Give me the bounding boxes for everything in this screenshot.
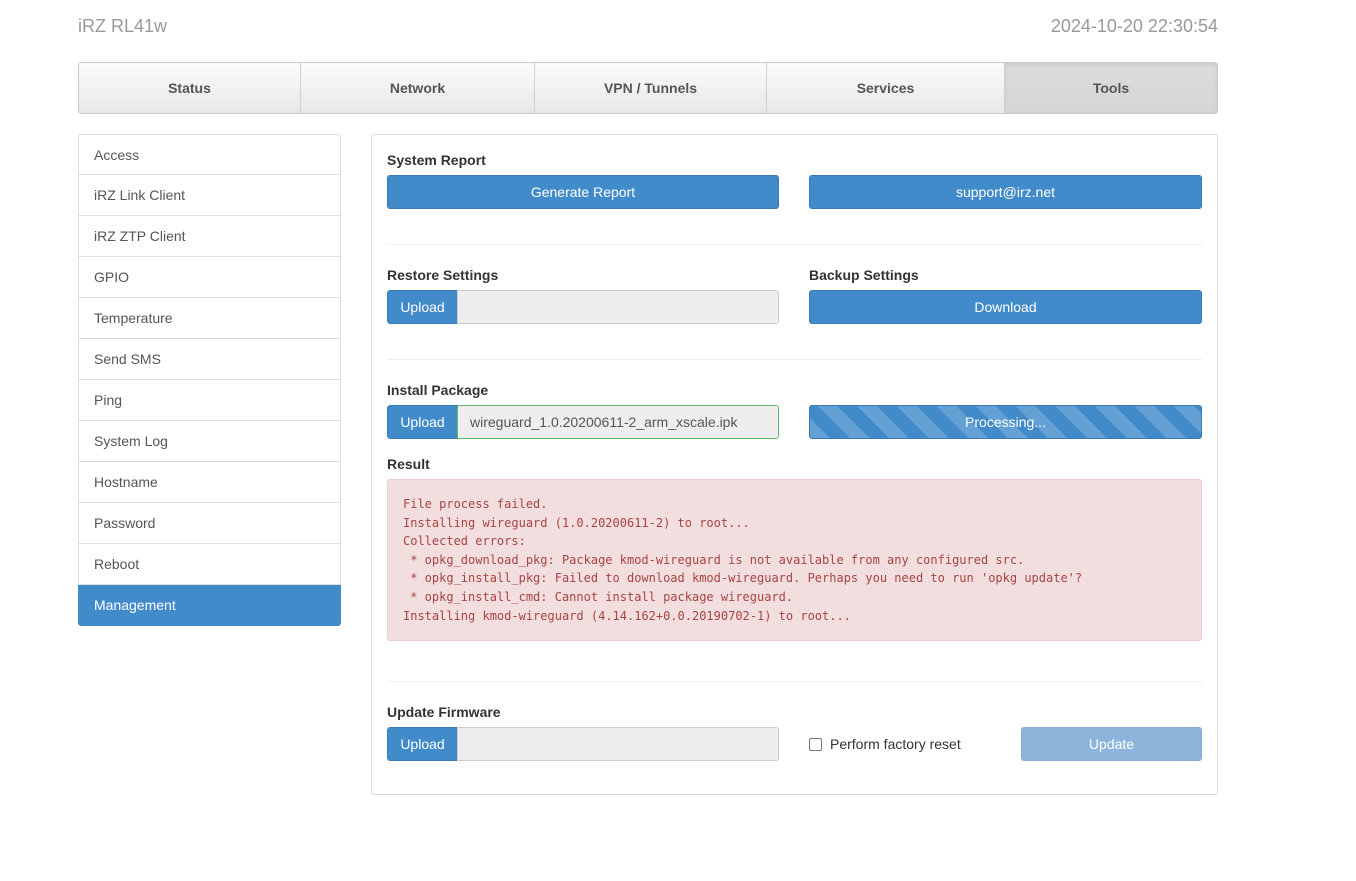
update-firmware-button[interactable]: Update	[1021, 727, 1202, 761]
divider	[387, 359, 1202, 360]
header: iRZ RL41w 2024-10-20 22:30:54	[78, 14, 1218, 40]
sidebar-item-password[interactable]: Password	[78, 503, 341, 544]
firmware-file-field[interactable]	[457, 727, 779, 761]
firmware-upload-button[interactable]: Upload	[387, 727, 457, 761]
sidebar-item-irz-link-client[interactable]: iRZ Link Client	[78, 175, 341, 216]
restore-file-field[interactable]	[457, 290, 779, 324]
device-datetime: 2024-10-20 22:30:54	[1050, 16, 1218, 36]
package-upload-button[interactable]: Upload	[387, 405, 457, 439]
management-panel: System Report Generate Report support@ir…	[371, 134, 1218, 795]
sidebar-item-ping[interactable]: Ping	[78, 380, 341, 421]
firmware-file-input: Upload	[387, 727, 779, 761]
update-firmware-title: Update Firmware	[387, 704, 501, 720]
restore-upload-button[interactable]: Upload	[387, 290, 457, 324]
result-line: File process failed.	[403, 497, 548, 511]
result-title: Result	[387, 456, 430, 472]
tab-tools[interactable]: Tools	[1005, 63, 1217, 113]
backup-download-button[interactable]: Download	[809, 290, 1202, 324]
sidebar-item-gpio[interactable]: GPIO	[78, 257, 341, 298]
divider	[387, 244, 1202, 245]
factory-reset-label: Perform factory reset	[830, 736, 961, 752]
result-line: * opkg_download_pkg: Package kmod-wiregu…	[403, 552, 1025, 567]
restore-settings-title: Restore Settings	[387, 267, 499, 283]
support-email-button[interactable]: support@irz.net	[809, 175, 1202, 209]
install-progress-bar: Processing...	[809, 405, 1202, 439]
tab-services[interactable]: Services	[767, 63, 1005, 113]
tab-network[interactable]: Network	[301, 63, 535, 113]
result-line: * opkg_install_pkg: Failed to download k…	[403, 571, 1083, 586]
sidebar-item-temperature[interactable]: Temperature	[78, 298, 341, 339]
divider	[387, 681, 1202, 682]
tab-vpn-tunnels[interactable]: VPN / Tunnels	[535, 63, 767, 113]
factory-reset-option[interactable]: Perform factory reset	[809, 736, 961, 752]
package-file-input: Upload wireguard_1.0.20200611-2_arm_xsca…	[387, 405, 779, 439]
sidebar-item-irz-ztp-client[interactable]: iRZ ZTP Client	[78, 216, 341, 257]
system-report-title: System Report	[387, 152, 486, 168]
factory-reset-checkbox[interactable]	[809, 737, 822, 751]
result-line: * opkg_install_cmd: Cannot install packa…	[403, 589, 794, 604]
sidebar-item-system-log[interactable]: System Log	[78, 421, 341, 462]
restore-file-input: Upload	[387, 290, 779, 324]
generate-report-button[interactable]: Generate Report	[387, 175, 779, 209]
backup-settings-title: Backup Settings	[809, 267, 919, 283]
result-output: File process failed. Installing wireguar…	[387, 479, 1202, 641]
device-brand: iRZ RL41w	[78, 16, 168, 36]
sidebar: Access iRZ Link Client iRZ ZTP Client GP…	[78, 134, 341, 626]
result-line: Installing wireguard (1.0.20200611-2) to…	[403, 515, 750, 530]
sidebar-item-access[interactable]: Access	[78, 134, 341, 175]
package-file-field[interactable]: wireguard_1.0.20200611-2_arm_xscale.ipk	[457, 405, 779, 439]
tab-status[interactable]: Status	[79, 63, 301, 113]
sidebar-item-hostname[interactable]: Hostname	[78, 462, 341, 503]
sidebar-item-management[interactable]: Management	[78, 585, 341, 626]
result-line: Installing kmod-wireguard (4.14.162+0.0.…	[403, 608, 851, 623]
result-line: Collected errors:	[403, 534, 526, 549]
install-package-title: Install Package	[387, 382, 489, 398]
top-nav: Status Network VPN / Tunnels Services To…	[78, 62, 1218, 114]
sidebar-item-send-sms[interactable]: Send SMS	[78, 339, 341, 380]
sidebar-item-reboot[interactable]: Reboot	[78, 544, 341, 585]
